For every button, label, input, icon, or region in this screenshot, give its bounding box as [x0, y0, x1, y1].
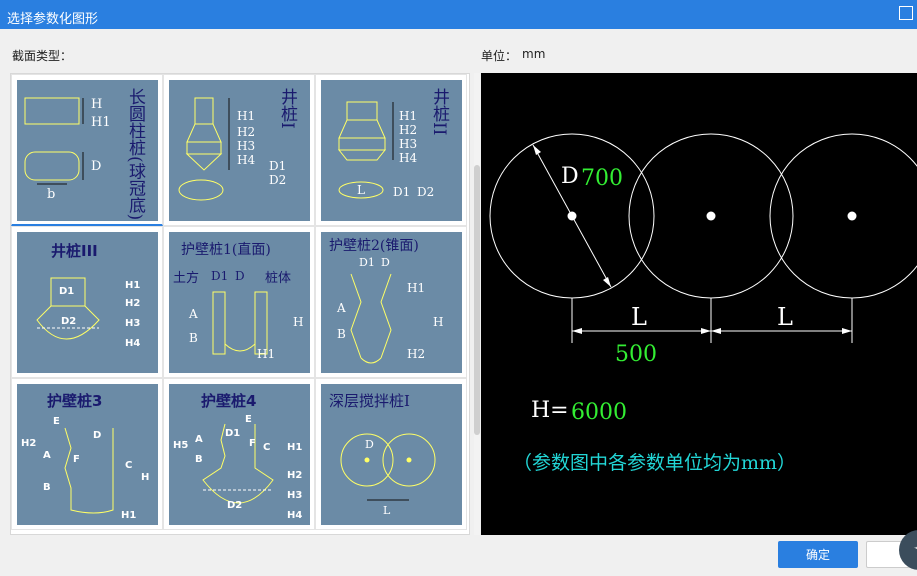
- tile-title: 护壁桩3: [47, 392, 102, 410]
- shape-tile-retaining-pile-2[interactable]: 护壁桩2(锥面) D1 D H1 A B H H2: [315, 226, 467, 378]
- param-label: H4: [399, 151, 417, 165]
- param-label: H3: [399, 137, 417, 151]
- param-label: D1: [393, 185, 410, 199]
- param-label: D1: [59, 286, 74, 297]
- unit-label: 单位：: [481, 49, 518, 63]
- param-label: H4: [287, 510, 302, 521]
- param-label: D: [91, 159, 101, 174]
- param-label: D1: [269, 159, 286, 173]
- param-label: D2: [227, 500, 242, 511]
- param-label: H: [293, 315, 303, 329]
- param-label: D: [235, 269, 245, 283]
- spacing-value: 500: [615, 342, 657, 367]
- param-label: H: [433, 315, 443, 329]
- param-label: L: [383, 504, 391, 517]
- param-label: F: [249, 438, 256, 449]
- param-label: H1: [399, 109, 417, 123]
- param-label: H2: [21, 438, 36, 449]
- param-label: H1: [257, 347, 275, 361]
- param-label: H1: [121, 510, 136, 521]
- param-label: b: [47, 187, 55, 202]
- param-label: B: [189, 331, 198, 345]
- unit-note: （参数图中各参数单位均为mm）: [513, 452, 796, 474]
- param-label: D: [93, 430, 101, 441]
- param-label: H1: [125, 280, 140, 291]
- param-label: H2: [399, 123, 417, 137]
- param-label: D2: [417, 185, 434, 199]
- param-label: B: [43, 482, 51, 493]
- tile-title: 长圆柱桩(球冠底): [125, 88, 146, 220]
- param-label: H1: [91, 115, 111, 130]
- height-value: 6000: [571, 400, 627, 425]
- param-label: H3: [125, 318, 140, 329]
- param-label: C: [263, 442, 270, 453]
- param-label: C: [125, 460, 132, 471]
- param-label: H2: [287, 470, 302, 481]
- param-label: E: [245, 414, 252, 425]
- shape-tile-long-round-pile[interactable]: H H1 D b 长圆柱桩(球冠底): [11, 74, 163, 226]
- param-label: B: [337, 327, 346, 341]
- tile-title: 井桩I: [277, 88, 298, 129]
- shape-grid: H H1 D b 长圆柱桩(球冠底) H1 H2 H3 H4 D1 D2 井桩I…: [10, 73, 470, 535]
- unit-value: mm: [522, 47, 546, 61]
- tile-title: 护壁桩2(锥面): [329, 237, 419, 254]
- parameter-preview: D 700 L L 500 H= 6000 （参数图中各参数单位均为mm）: [481, 73, 917, 535]
- param-label: D1: [225, 428, 240, 439]
- tile-title: 护壁桩1(直面): [181, 241, 271, 258]
- ok-button[interactable]: 确定: [778, 541, 858, 568]
- window-title: 选择参数化图形: [7, 12, 99, 27]
- param-label: D1: [211, 269, 228, 283]
- shape-tile-well-pile-2[interactable]: H1 H2 H3 H4 L D1 D2 井桩II: [315, 74, 467, 226]
- param-label: D2: [61, 316, 76, 327]
- shape-tile-well-pile-1[interactable]: H1 H2 H3 H4 D1 D2 井桩I: [163, 74, 315, 226]
- param-label: F: [73, 454, 80, 465]
- param-label: H2: [237, 125, 255, 139]
- grid-scrollbar-thumb[interactable]: [474, 165, 480, 435]
- param-label: H3: [287, 490, 302, 501]
- tile-title: 护壁桩4: [201, 392, 256, 410]
- param-label: H1: [287, 442, 302, 453]
- section-type-label: 截面类型：: [12, 49, 73, 63]
- tile-title: 井桩III: [51, 242, 98, 260]
- spacing-label-1: L: [631, 303, 647, 331]
- shape-tile-retaining-pile-3[interactable]: 护壁桩3 E D H2 A F C H B H1: [11, 378, 163, 530]
- param-label: A: [43, 450, 51, 461]
- param-label: D2: [269, 173, 286, 187]
- param-label: H1: [407, 281, 425, 295]
- param-label: A: [188, 307, 198, 321]
- param-label: H4: [237, 153, 255, 167]
- param-label: D: [365, 438, 374, 451]
- tile-title: 深层搅拌桩I: [329, 392, 410, 410]
- param-label: E: [53, 416, 60, 427]
- param-label: B: [195, 454, 203, 465]
- param-label: H2: [407, 347, 425, 361]
- spacing-label-2: L: [777, 303, 793, 331]
- maximize-button[interactable]: [899, 6, 913, 20]
- param-label: H: [91, 97, 102, 112]
- param-label: H3: [237, 139, 255, 153]
- param-label: L: [357, 183, 365, 197]
- shape-tile-retaining-pile-1[interactable]: 护壁桩1(直面) 土方 D1 D 桩体 A B H H1: [163, 226, 315, 378]
- diameter-label: D: [561, 164, 579, 189]
- param-label: H: [141, 472, 149, 483]
- param-label: A: [336, 301, 346, 315]
- tile-title: 井桩II: [429, 88, 450, 135]
- height-label: H=: [531, 398, 569, 423]
- param-label: D1: [359, 256, 375, 269]
- shape-tile-deep-mixing-pile[interactable]: 深层搅拌桩I D L: [315, 378, 467, 530]
- shape-tile-retaining-pile-4[interactable]: 护壁桩4 E D1 H5 A F C B H1 H2 H3 D2 H4: [163, 378, 315, 530]
- param-label: A: [195, 434, 203, 445]
- param-label: H5: [173, 440, 188, 451]
- param-label: H2: [125, 298, 140, 309]
- diameter-value: 700: [581, 166, 623, 191]
- title-bar: 选择参数化图形: [0, 0, 917, 29]
- param-label: H1: [237, 109, 255, 123]
- param-label: 桩体: [265, 271, 291, 286]
- param-label: 土方: [173, 270, 199, 286]
- shape-tile-well-pile-3[interactable]: 井桩III D1 D2 H1 H2 H3 H4: [11, 226, 163, 378]
- param-label: D: [381, 256, 390, 269]
- param-label: H4: [125, 338, 140, 349]
